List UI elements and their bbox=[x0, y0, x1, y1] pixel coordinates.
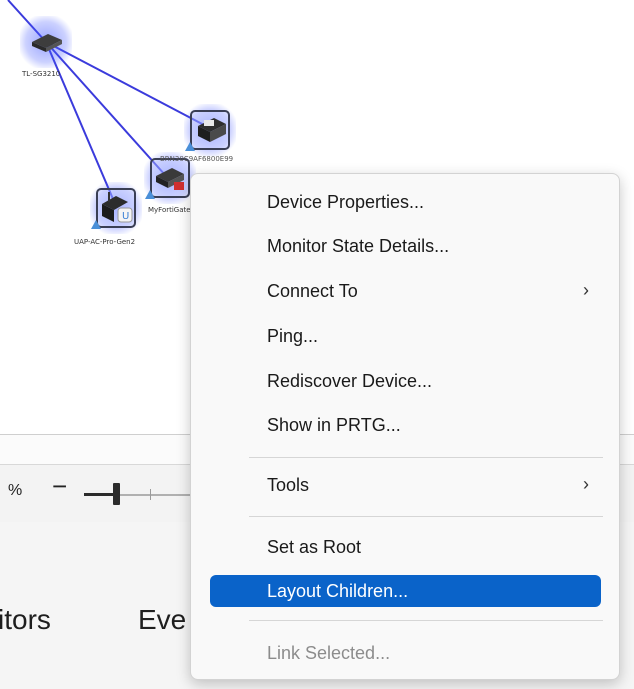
menu-item-label: Ping... bbox=[267, 326, 319, 346]
svg-text:U: U bbox=[122, 211, 129, 222]
status-warning-icon bbox=[185, 142, 195, 151]
context-menu: Device Properties... Monitor State Detai… bbox=[190, 173, 620, 680]
network-switch-icon bbox=[32, 34, 62, 52]
menu-separator bbox=[249, 620, 603, 621]
menu-item-label: Set as Root bbox=[267, 537, 362, 557]
menu-item-ping[interactable]: Ping... bbox=[207, 320, 603, 352]
network-map-window: TL-SG3210 BRN30C9AF6800E99 MyFortiGate-5… bbox=[0, 0, 634, 689]
menu-item-label: Link Selected... bbox=[267, 643, 391, 663]
menu-separator bbox=[249, 516, 603, 517]
menu-item-label: Show in PRTG... bbox=[267, 415, 401, 435]
menu-item-set-as-root[interactable]: Set as Root bbox=[207, 531, 603, 563]
menu-item-label: Connect To bbox=[267, 281, 358, 301]
menu-item-label: Layout Children... bbox=[267, 581, 409, 601]
menu-item-label: Monitor State Details... bbox=[267, 236, 450, 256]
node-switch[interactable] bbox=[20, 16, 72, 68]
zoom-slider-tick bbox=[150, 489, 151, 500]
node-access-point[interactable]: U bbox=[90, 182, 142, 234]
menu-item-label: Tools bbox=[267, 475, 310, 495]
node-switch-label: TL-SG3210 bbox=[22, 70, 61, 78]
tab-events[interactable]: Eve bbox=[138, 604, 186, 636]
status-warning-icon bbox=[145, 190, 155, 199]
zoom-percent-text: % bbox=[8, 482, 23, 499]
zoom-slider-fill bbox=[84, 493, 114, 496]
menu-item-label: Device Properties... bbox=[267, 192, 425, 212]
menu-item-label: Rediscover Device... bbox=[267, 371, 433, 391]
chevron-right-icon: › bbox=[583, 280, 589, 300]
menu-item-link-selected: Link Selected... bbox=[207, 637, 603, 669]
menu-item-connect-to[interactable]: Connect To › bbox=[207, 275, 603, 307]
menu-item-show-in-prtg[interactable]: Show in PRTG... bbox=[207, 409, 603, 441]
menu-item-tools[interactable]: Tools › bbox=[207, 469, 603, 501]
status-warning-icon bbox=[91, 220, 101, 229]
chevron-right-icon: › bbox=[583, 474, 589, 494]
menu-item-monitor-state-details[interactable]: Monitor State Details... bbox=[207, 230, 603, 262]
zoom-out-button[interactable]: − bbox=[52, 473, 67, 499]
menu-item-rediscover-device[interactable]: Rediscover Device... bbox=[207, 365, 603, 397]
zoom-slider-thumb[interactable] bbox=[113, 483, 120, 505]
node-printer[interactable] bbox=[184, 104, 236, 156]
menu-separator bbox=[249, 457, 603, 458]
node-access-point-label: UAP-AC-Pro-Gen2 bbox=[74, 238, 136, 246]
node-printer-label: BRN30C9AF6800E99 bbox=[160, 155, 234, 163]
tab-monitors[interactable]: itors bbox=[0, 604, 51, 636]
menu-item-device-properties[interactable]: Device Properties... bbox=[207, 186, 603, 218]
menu-item-layout-children[interactable]: Layout Children... bbox=[210, 575, 601, 607]
